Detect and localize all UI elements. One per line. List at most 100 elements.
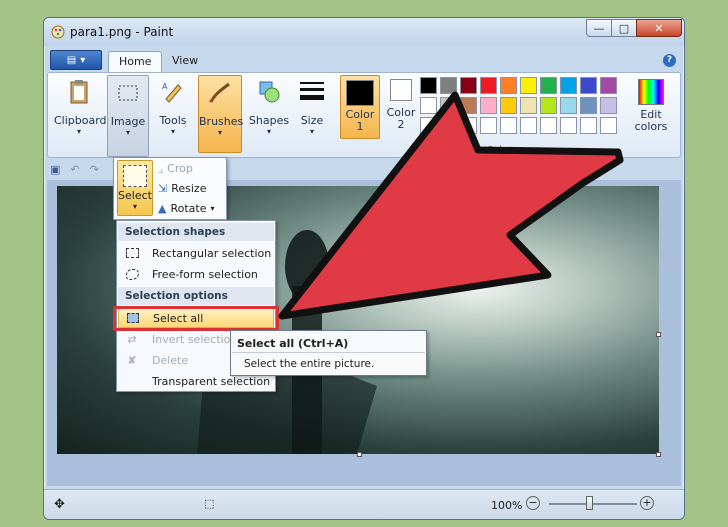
color2-swatch <box>390 79 412 101</box>
chevron-down-icon: ▾ <box>217 128 222 137</box>
resize-handle-bottom[interactable] <box>357 452 362 457</box>
palette-swatch[interactable] <box>520 97 537 114</box>
palette-swatch[interactable] <box>580 97 597 114</box>
tooltip-divider <box>232 352 425 353</box>
edit-colors-label: Edit colors <box>634 108 668 133</box>
palette-swatch[interactable] <box>440 117 457 134</box>
palette-swatch[interactable] <box>440 77 457 94</box>
zoom-in-button[interactable]: + <box>640 496 654 510</box>
palette-swatch[interactable] <box>600 117 617 134</box>
tab-home[interactable]: Home <box>108 51 163 72</box>
palette-swatch[interactable] <box>540 117 557 134</box>
undo-icon[interactable]: ↶ <box>70 163 79 176</box>
resize-handle-right[interactable] <box>656 332 661 337</box>
tab-view[interactable]: View <box>162 51 208 72</box>
palette-swatch[interactable] <box>580 77 597 94</box>
palette-swatch[interactable] <box>500 97 517 114</box>
save-icon[interactable]: ▣ <box>50 163 60 176</box>
minimize-button[interactable]: — <box>586 19 612 37</box>
resize-label: Resize <box>171 182 207 195</box>
select-icon <box>123 165 147 187</box>
palette-swatch[interactable] <box>420 77 437 94</box>
palette-swatch[interactable] <box>420 97 437 114</box>
palette-swatch[interactable] <box>420 117 437 134</box>
palette-swatch[interactable] <box>480 97 497 114</box>
crop-button[interactable]: ⌟ Crop <box>158 162 193 175</box>
rainbow-icon <box>638 79 664 105</box>
zoom-slider-thumb[interactable] <box>586 496 593 510</box>
chevron-down-icon: ▾ <box>132 202 137 211</box>
menu-item-freeform-selection[interactable]: Free-form selection <box>118 264 274 284</box>
color-palette <box>420 77 626 141</box>
title-bar: para1.png - Paint — □ ✕ <box>44 18 684 46</box>
palette-swatch[interactable] <box>440 97 457 114</box>
help-icon[interactable]: ? <box>663 54 676 67</box>
image-label: Image <box>110 115 146 128</box>
pencil-icon: A <box>162 82 182 103</box>
color1-swatch <box>346 80 374 106</box>
tools-button[interactable]: A Tools ▾ <box>152 77 194 136</box>
zoom-slider-track[interactable] <box>549 503 637 505</box>
minimize-icon: — <box>593 21 605 35</box>
palette-swatch[interactable] <box>500 117 517 134</box>
quick-access-toolbar: ▣ ↶ ↷ <box>50 159 99 179</box>
highlight-box <box>113 306 279 331</box>
palette-swatch[interactable] <box>560 77 577 94</box>
invert-label: Invert selection <box>152 332 238 346</box>
maximize-button[interactable]: □ <box>611 19 637 37</box>
delete-label: Delete <box>152 353 189 367</box>
brush-icon <box>209 82 230 103</box>
color2-button[interactable]: Color 2 <box>382 79 420 131</box>
resize-handle-corner[interactable] <box>656 452 661 457</box>
resize-button[interactable]: ⇲ Resize <box>158 182 206 195</box>
palette-swatch[interactable] <box>600 77 617 94</box>
menu-item-rectangular-selection[interactable]: Rectangular selection <box>118 243 274 263</box>
palette-swatch[interactable] <box>460 117 477 134</box>
brushes-button[interactable]: Brushes ▾ <box>198 75 244 153</box>
palette-swatch[interactable] <box>560 117 577 134</box>
image-button[interactable]: Image ▾ <box>107 75 149 157</box>
palette-swatch[interactable] <box>460 97 477 114</box>
select-button[interactable]: Select ▾ <box>117 160 153 216</box>
colors-group-label: Colors <box>486 145 518 156</box>
color2-label: Color 2 <box>386 106 416 131</box>
tools-label: Tools <box>159 114 187 127</box>
close-button[interactable]: ✕ <box>636 19 682 37</box>
palette-swatch[interactable] <box>540 77 557 94</box>
cursor-position-icon: ✥ <box>54 497 65 512</box>
window-title: para1.png - Paint <box>70 25 174 39</box>
chevron-down-icon: ▾ <box>210 204 215 213</box>
zoom-out-button[interactable]: − <box>526 496 540 510</box>
tooltip-body: Select the entire picture. <box>244 358 375 370</box>
paint-menu-button[interactable]: ▤ ▾ <box>50 50 102 70</box>
rotate-button[interactable]: ▲ Rotate ▾ <box>158 202 215 215</box>
palette-swatch[interactable] <box>460 77 477 94</box>
palette-swatch[interactable] <box>520 77 537 94</box>
palette-swatch[interactable] <box>560 97 577 114</box>
select-all-tooltip: Select all (Ctrl+A) Select the entire pi… <box>230 330 427 376</box>
freeform-select-icon <box>124 267 140 281</box>
paint-app-icon <box>51 25 65 39</box>
color1-button[interactable]: Color 1 <box>340 75 380 139</box>
image-dropdown: Select ▾ ⌟ Crop ⇲ Resize ▲ Rotate ▾ <box>113 157 227 220</box>
size-button[interactable]: Size ▾ <box>293 77 331 136</box>
redo-icon[interactable]: ↷ <box>90 163 99 176</box>
shapes-button[interactable]: Shapes ▾ <box>248 77 290 136</box>
palette-swatch[interactable] <box>540 97 557 114</box>
shapes-label: Shapes <box>248 114 290 127</box>
palette-swatch[interactable] <box>580 117 597 134</box>
chevron-down-icon: ▾ <box>80 54 86 66</box>
brushes-label: Brushes <box>199 115 244 128</box>
clipboard-button[interactable]: Clipboard ▾ <box>54 77 107 136</box>
invert-icon: ⇄ <box>127 332 137 346</box>
palette-swatch[interactable] <box>500 77 517 94</box>
palette-swatch[interactable] <box>480 117 497 134</box>
rect-select-icon <box>124 246 140 260</box>
selection-size-icon: ⬚ <box>204 497 215 510</box>
palette-swatch[interactable] <box>600 97 617 114</box>
edit-colors-button[interactable]: Edit colors <box>628 79 674 133</box>
palette-swatch[interactable] <box>480 77 497 94</box>
chevron-down-icon: ▾ <box>125 128 130 137</box>
palette-swatch[interactable] <box>520 117 537 134</box>
ribbon-tab-row: ▤ ▾ Home View ? <box>44 48 684 72</box>
